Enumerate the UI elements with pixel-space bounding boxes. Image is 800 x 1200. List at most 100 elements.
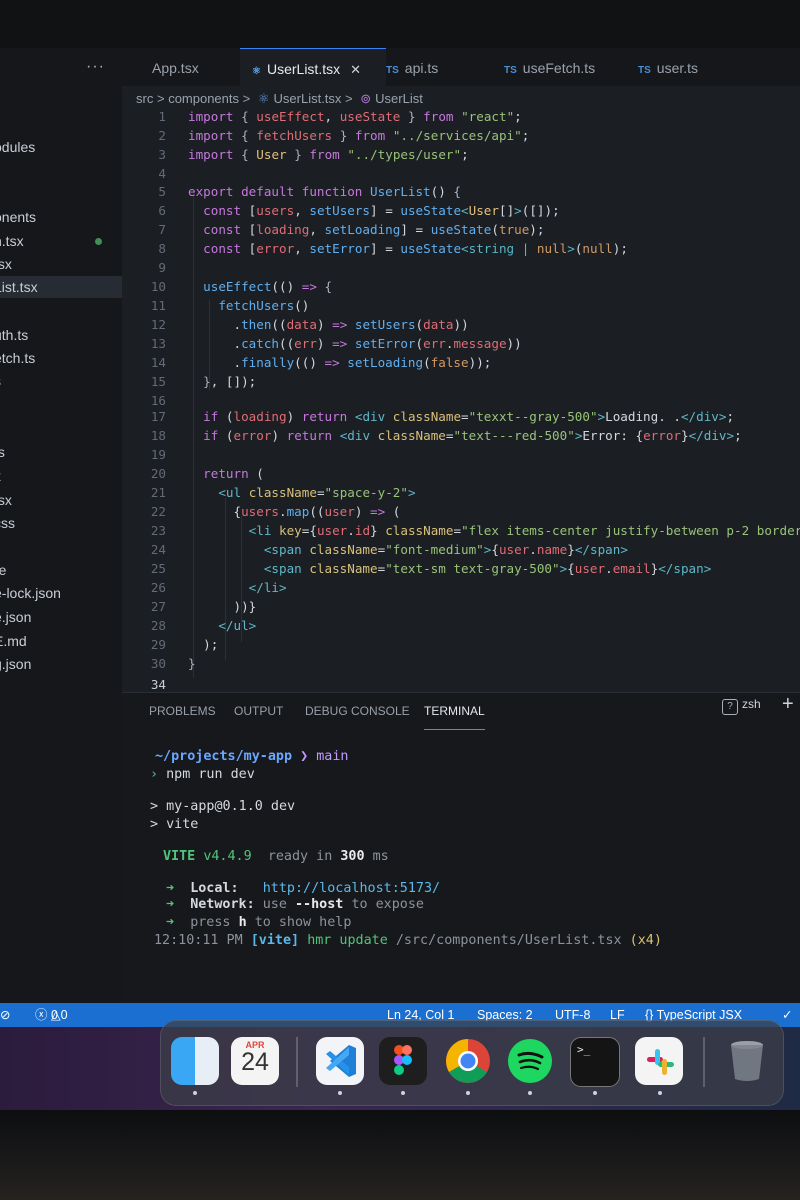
tab-api[interactable]: TS api.ts	[386, 48, 506, 86]
code-line: 14 .finally(() => setLoading(false));	[150, 355, 492, 370]
code-line: 13 .catch((err) => setError(err.message)…	[150, 336, 522, 351]
more-actions-icon[interactable]: ···	[86, 58, 105, 76]
code-line: 29 );	[150, 637, 219, 652]
running-indicator	[658, 1091, 662, 1095]
tree-item[interactable]: etch.ts	[0, 347, 122, 369]
slack-icon[interactable]	[635, 1037, 683, 1085]
terminal-command: › npm run dev	[150, 767, 255, 782]
running-indicator	[401, 1091, 405, 1095]
code-line: 25 <span className="text-sm text-gray-50…	[150, 561, 712, 576]
code-line: 8 const [error, setError] = useState<str…	[158, 241, 628, 256]
breadcrumb-item[interactable]: components	[168, 91, 239, 106]
tree-item[interactable]: re	[0, 559, 122, 581]
tree-item[interactable]: odules	[0, 136, 122, 158]
running-indicator	[466, 1091, 470, 1095]
tree-item[interactable]: tsx	[0, 253, 122, 275]
tab-label: App.tsx	[152, 60, 199, 76]
terminal-prompt: ~/projects/my-app ❯ main	[155, 749, 349, 764]
tab-usefetch[interactable]: TS useFetch.ts	[504, 48, 624, 86]
tree-item[interactable]: uth.ts	[0, 324, 122, 346]
code-line: 7 const [loading, setLoading] = useState…	[158, 222, 545, 237]
dock-separator	[703, 1037, 705, 1087]
tree-item[interactable]: E.md	[0, 630, 122, 652]
finder-icon[interactable]	[171, 1037, 219, 1085]
check-icon[interactable]: ✓	[782, 1003, 792, 1027]
breadcrumb-item[interactable]: UserList	[375, 91, 423, 106]
tree-item[interactable]: s	[0, 370, 122, 392]
add-terminal-button[interactable]: +	[782, 693, 794, 716]
dock-separator	[296, 1037, 298, 1087]
code-line: 30}	[150, 656, 196, 671]
tree-item[interactable]: tsx	[0, 489, 122, 511]
chrome-icon[interactable]	[444, 1037, 492, 1085]
calendar-icon[interactable]: APR 24	[231, 1037, 279, 1085]
tab-output[interactable]: OUTPUT	[234, 693, 283, 729]
react-file-icon: ⚛	[252, 66, 261, 77]
tree-item[interactable]: g.json	[0, 653, 122, 675]
code-line: 22 {users.map((user) => (	[150, 504, 401, 519]
close-icon[interactable]: ✕	[350, 62, 361, 77]
breadcrumb-item[interactable]: src	[136, 91, 153, 106]
breadcrumb-separator: >	[156, 91, 165, 106]
calendar-day: 24	[241, 1048, 269, 1076]
vscode-icon[interactable]	[316, 1037, 364, 1085]
code-line: 1 import { useEffect, useState } from "re…	[158, 109, 522, 124]
tab-problems[interactable]: PROBLEMS	[149, 693, 216, 729]
react-file-icon: ⚛	[257, 91, 270, 106]
terminal-vite-ready: VITE v4.4.9 ready in 300 ms	[163, 849, 389, 864]
code-line: 19	[150, 447, 166, 462]
terminal-help: ➜ press h to show help	[166, 915, 352, 930]
tree-item[interactable]: e.json	[0, 606, 122, 628]
screen: ··· odules onents n.tsx tsx List.tsx uth…	[0, 0, 800, 1200]
tab-terminal[interactable]: TERMINAL	[424, 693, 485, 730]
screen-bottom-edge	[0, 1110, 800, 1200]
breadcrumb-item[interactable]: UserList.tsx	[274, 91, 342, 106]
terminal-output: > my-app@0.1.0 dev	[150, 799, 296, 814]
code-line: 28 </ul>	[150, 618, 257, 633]
tab-user[interactable]: TS user.ts	[638, 48, 748, 86]
spotify-icon[interactable]	[506, 1037, 554, 1085]
code-line: 11 fetchUsers()	[150, 298, 310, 313]
code-line: 10 useEffect(() => {	[150, 279, 333, 294]
code-line: 9	[158, 260, 166, 275]
breadcrumb-separator: >	[345, 91, 353, 106]
code-line: 4	[158, 166, 166, 181]
tree-item[interactable]: ts	[0, 441, 122, 463]
tree-item-active[interactable]: List.tsx	[0, 276, 122, 298]
symbol-function-icon: ⊚	[360, 91, 372, 106]
running-indicator	[593, 1091, 597, 1095]
code-line: 12 .then((data) => setUsers(data))	[150, 317, 469, 332]
running-indicator	[338, 1091, 342, 1095]
tree-item[interactable]: x	[0, 465, 122, 487]
terminal-hmr: 12:10:11 PM [vite] hmr update /src/compo…	[154, 933, 662, 948]
tree-item[interactable]: e-lock.json	[0, 582, 122, 604]
editor-tabs: App.tsx ⚛ UserList.tsx ✕ TS api.ts TS useFet…	[122, 48, 800, 87]
tree-item[interactable]: onents	[0, 206, 122, 228]
typescript-file-icon: TS	[504, 65, 517, 76]
trash-icon[interactable]	[723, 1037, 771, 1085]
explorer-sidebar: ··· odules onents n.tsx tsx List.tsx uth…	[0, 48, 123, 1003]
breadcrumb-separator: >	[242, 91, 251, 106]
code-line: 21 <ul className="space-y-2">	[150, 485, 416, 500]
running-indicator	[528, 1091, 532, 1095]
tab-userlist[interactable]: ⚛ UserList.tsx ✕	[240, 48, 386, 87]
code-line: 20 return (	[150, 466, 264, 481]
tree-item[interactable]: css	[0, 512, 122, 534]
tree-item[interactable]: n.tsx	[0, 230, 122, 252]
tab-debug-console[interactable]: DEBUG CONSOLE	[305, 693, 410, 729]
tab-label: UserList.tsx	[266, 61, 341, 77]
code-line: 6 const [users, setUsers] = useState<Use…	[158, 203, 560, 218]
code-line: 3 import { User } from "../types/user";	[158, 147, 469, 162]
code-line: 2 import { fetchUsers } from "../services…	[158, 128, 530, 143]
figma-icon[interactable]	[379, 1037, 427, 1085]
remote-icon[interactable]: ⊘	[0, 1003, 10, 1027]
terminal-output: > vite	[150, 817, 199, 832]
terminal-icon[interactable]: >_	[570, 1037, 620, 1087]
problems-counter[interactable]: ⓧ 0 △ 0	[35, 1003, 68, 1027]
terminal-shell-icon: ?	[722, 699, 738, 715]
shell-name[interactable]: zsh	[742, 697, 761, 711]
tab-label: useFetch.ts	[522, 60, 596, 76]
tab-label: user.ts	[656, 60, 699, 76]
code-line: 18 if (error) return <div className="tex…	[150, 428, 742, 443]
code-line: 17 if (loading) return <div className="t…	[150, 409, 735, 424]
